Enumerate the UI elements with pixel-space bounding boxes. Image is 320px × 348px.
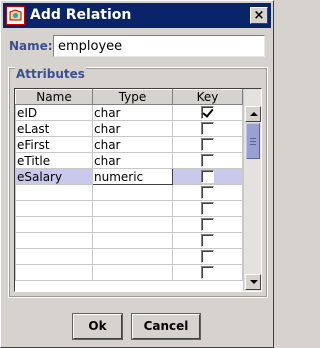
vertical-scrollbar[interactable]	[243, 89, 261, 291]
scroll-down-button[interactable]	[245, 274, 261, 290]
cell-name[interactable]	[15, 216, 93, 233]
cell-type[interactable]: char	[92, 136, 173, 153]
attributes-legend: Attributes	[15, 67, 86, 81]
name-input[interactable]: employee	[53, 35, 265, 57]
add-relation-dialog: Add Relation × Name: employee Attributes…	[0, 0, 274, 348]
cell-type[interactable]	[92, 184, 173, 201]
ok-button[interactable]: Ok	[72, 313, 123, 340]
key-checkbox[interactable]	[201, 170, 214, 183]
cell-key	[172, 232, 243, 249]
cell-type[interactable]	[92, 200, 173, 217]
key-checkbox[interactable]	[201, 138, 214, 151]
cell-name[interactable]	[15, 184, 93, 201]
key-checkbox[interactable]	[201, 202, 214, 215]
key-checkbox[interactable]	[201, 154, 214, 167]
key-checkbox[interactable]	[201, 106, 214, 119]
cell-name[interactable]: eTitle	[15, 152, 93, 169]
column-header-type[interactable]: Type	[92, 89, 173, 105]
table-row[interactable]: eLast char	[15, 120, 243, 137]
app-icon	[6, 6, 25, 25]
cell-type[interactable]: char	[92, 120, 173, 137]
cell-key	[172, 200, 243, 217]
column-header-key[interactable]: Key	[172, 89, 243, 105]
cell-name[interactable]: eSalary	[15, 168, 93, 185]
cell-key	[172, 168, 243, 185]
cell-type-editor[interactable]: numeric	[92, 168, 173, 185]
cancel-button[interactable]: Cancel	[131, 313, 201, 340]
close-icon: ×	[253, 8, 265, 23]
table-row[interactable]	[15, 200, 243, 217]
cell-key	[172, 120, 243, 137]
cell-key	[172, 136, 243, 153]
key-checkbox[interactable]	[201, 266, 214, 279]
key-checkbox[interactable]	[201, 250, 214, 263]
cell-name[interactable]	[15, 200, 93, 217]
cell-key	[172, 104, 243, 121]
cell-type[interactable]	[92, 232, 173, 249]
cell-type[interactable]	[92, 216, 173, 233]
cell-name[interactable]	[15, 232, 93, 249]
table-row[interactable]: eID char	[15, 104, 243, 121]
cell-key	[172, 152, 243, 169]
attributes-table: Name Type Key eID char eLast char eFirst char…	[15, 89, 243, 281]
column-header-name[interactable]: Name	[15, 89, 93, 105]
cell-name[interactable]: eID	[15, 104, 93, 121]
table-row[interactable]: eFirst char	[15, 136, 243, 153]
window-title: Add Relation	[30, 7, 132, 23]
cell-key	[172, 264, 243, 281]
cell-name[interactable]: eFirst	[15, 136, 93, 153]
key-checkbox[interactable]	[201, 218, 214, 231]
cell-key	[172, 216, 243, 233]
cell-type[interactable]	[92, 264, 173, 281]
name-label: Name:	[9, 39, 53, 53]
key-checkbox[interactable]	[201, 234, 214, 247]
cell-key	[172, 184, 243, 201]
key-checkbox[interactable]	[201, 186, 214, 199]
attributes-table-scrollpane: Name Type Key eID char eLast char eFirst char…	[14, 88, 262, 292]
table-row[interactable]: eSalary numeric	[15, 168, 243, 185]
table-row[interactable]	[15, 248, 243, 265]
key-checkbox[interactable]	[201, 122, 214, 135]
cell-name[interactable]	[15, 264, 93, 281]
cell-key	[172, 248, 243, 265]
table-row[interactable]: eTitle char	[15, 152, 243, 169]
scroll-up-button[interactable]	[245, 106, 261, 122]
cell-name[interactable]: eLast	[15, 120, 93, 137]
table-row[interactable]	[15, 264, 243, 281]
table-row[interactable]	[15, 184, 243, 201]
cell-type[interactable]: char	[92, 152, 173, 169]
cell-type[interactable]	[92, 248, 173, 265]
table-row[interactable]	[15, 232, 243, 249]
close-button[interactable]: ×	[250, 7, 268, 24]
scroll-thumb[interactable]	[246, 123, 260, 159]
title-bar[interactable]: Add Relation ×	[3, 3, 271, 28]
cell-type[interactable]: char	[92, 104, 173, 121]
table-row[interactable]	[15, 216, 243, 233]
cell-name[interactable]	[15, 248, 93, 265]
table-header-row: Name Type Key	[15, 89, 243, 105]
